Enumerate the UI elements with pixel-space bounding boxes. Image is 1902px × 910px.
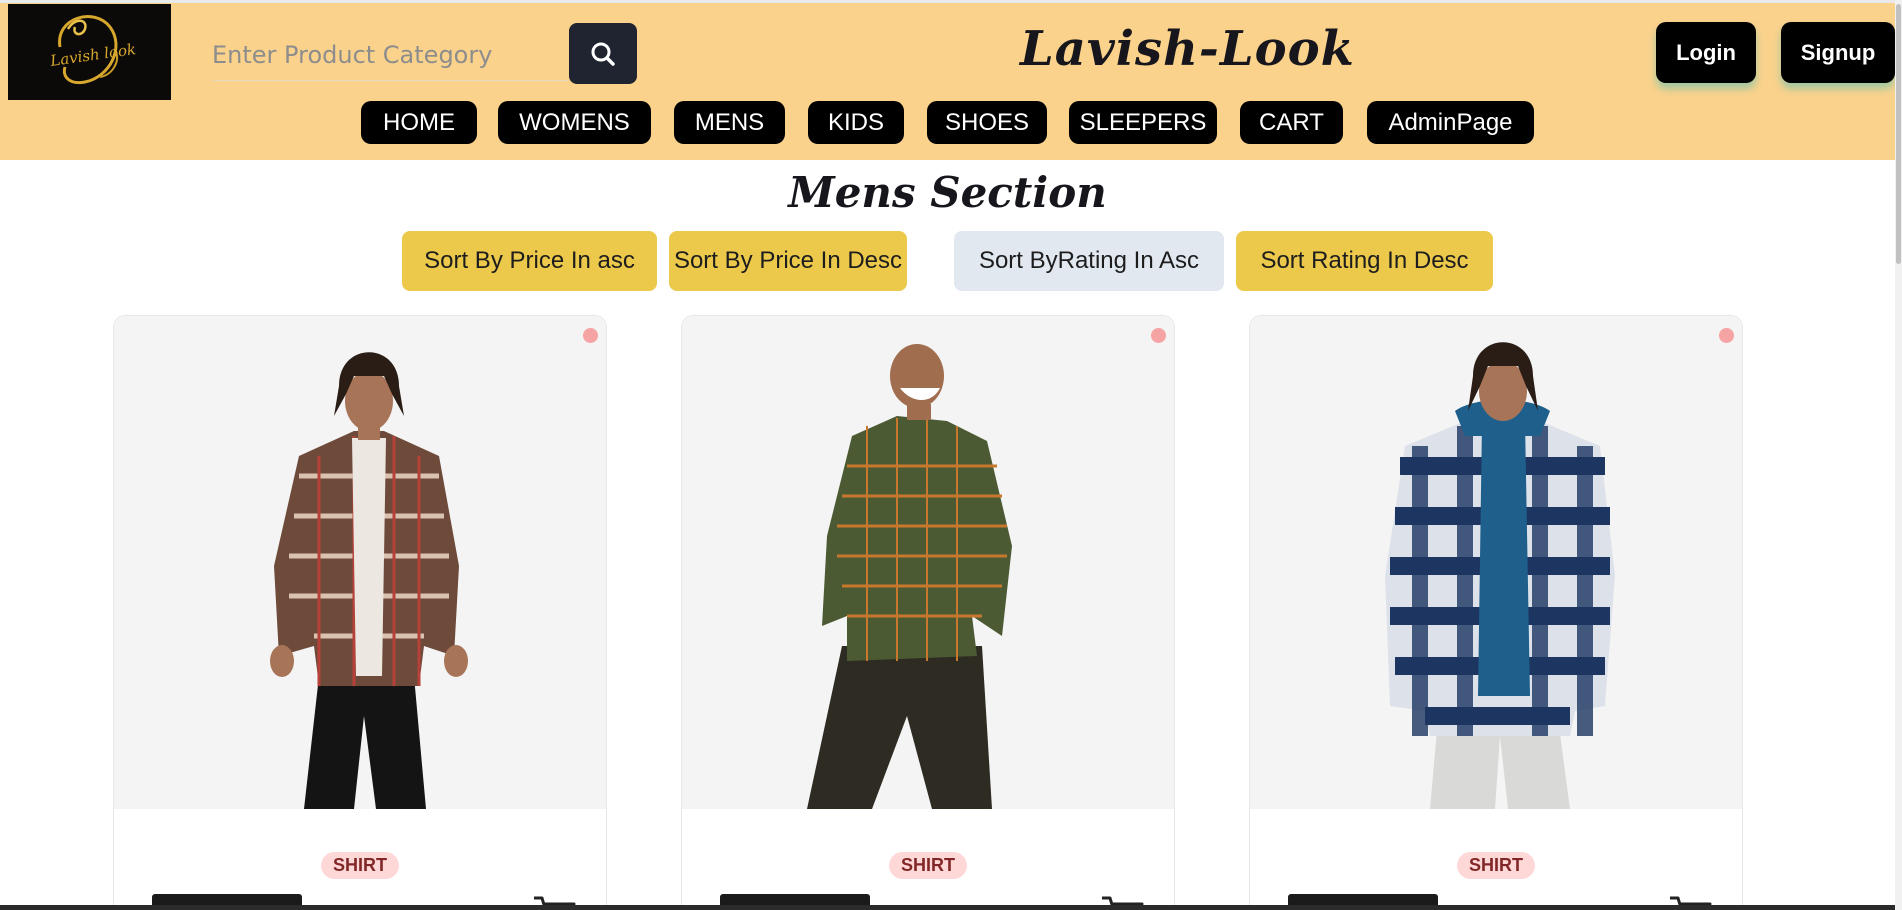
nav-item-kids[interactable]: KIDS — [808, 101, 904, 144]
nav-item-home[interactable]: HOME — [361, 101, 477, 144]
product-card[interactable]: SHIRT — [1249, 315, 1743, 910]
search-bar — [212, 23, 638, 85]
nav-item-cart[interactable]: CART — [1240, 101, 1343, 144]
product-image[interactable] — [1250, 316, 1742, 809]
category-badge: SHIRT — [321, 852, 399, 879]
taskbar-edge — [0, 905, 1895, 910]
sort-rating-asc-button[interactable]: Sort ByRating In Asc — [954, 231, 1224, 291]
search-input[interactable] — [212, 29, 568, 81]
sort-price-desc-button[interactable]: Sort By Price In Desc — [669, 231, 907, 291]
product-image[interactable] — [114, 316, 606, 809]
scroll-thumb[interactable] — [1896, 4, 1901, 264]
nav-item-adminpage[interactable]: AdminPage — [1367, 101, 1534, 144]
indicator-dot — [1151, 328, 1166, 343]
page: Lavish look Lavish-Look Login Signup HOM… — [0, 0, 1902, 910]
sort-price-asc-button[interactable]: Sort By Price In asc — [402, 231, 657, 291]
product-photo-plaid-brown — [114, 316, 606, 809]
login-button[interactable]: Login — [1656, 22, 1756, 83]
indicator-dot — [1719, 328, 1734, 343]
logo[interactable]: Lavish look — [8, 4, 171, 100]
brand-title[interactable]: Lavish-Look — [1020, 21, 1355, 77]
nav-item-womens[interactable]: WOMENS — [498, 101, 651, 144]
nav-item-shoes[interactable]: SHOES — [927, 101, 1047, 144]
page-scrollbar[interactable] — [1895, 0, 1902, 910]
product-image[interactable] — [682, 316, 1174, 809]
product-photo-green-check — [682, 316, 1174, 809]
section-title: Mens Section — [788, 168, 1107, 217]
search-icon — [591, 42, 615, 66]
main-nav: HOME WOMENS MENS KIDS SHOES SLEEPERS CAR… — [0, 101, 1895, 145]
sort-rating-desc-button[interactable]: Sort Rating In Desc — [1236, 231, 1493, 291]
indicator-dot — [583, 328, 598, 343]
nav-item-mens[interactable]: MENS — [674, 101, 785, 144]
signup-button[interactable]: Signup — [1781, 22, 1895, 83]
category-badge: SHIRT — [889, 852, 967, 879]
category-badge: SHIRT — [1457, 852, 1535, 879]
product-card[interactable]: SHIRT — [113, 315, 607, 910]
site-header: Lavish look Lavish-Look Login Signup HOM… — [0, 3, 1895, 160]
nav-item-sleepers[interactable]: SLEEPERS — [1069, 101, 1217, 144]
search-button[interactable] — [569, 23, 637, 84]
product-photo-navy-check — [1250, 316, 1742, 809]
product-card[interactable]: SHIRT — [681, 315, 1175, 910]
